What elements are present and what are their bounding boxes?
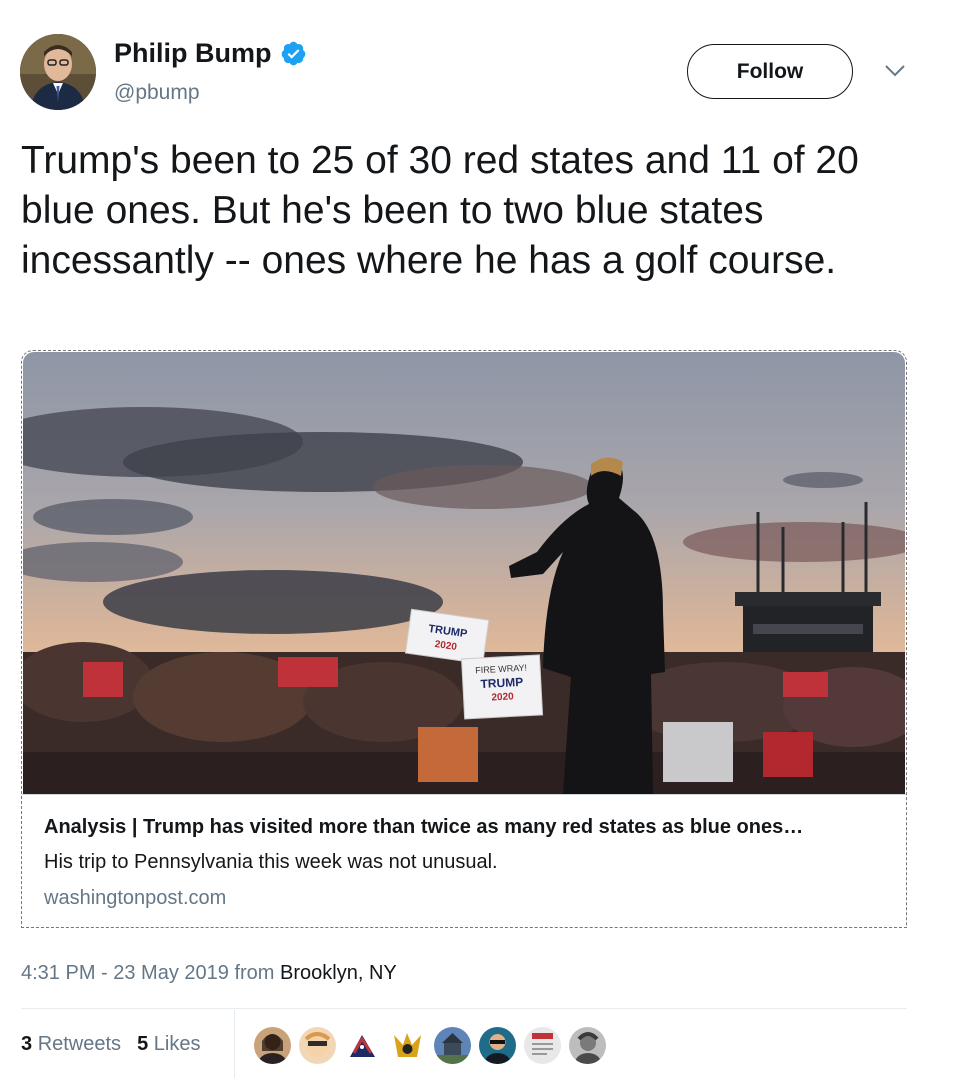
author-info: Philip Bump @pbump	[114, 38, 307, 105]
liker-avatar[interactable]	[434, 1027, 471, 1064]
tweet-text: Trump's been to 25 of 30 red states and …	[21, 139, 859, 282]
name-row: Philip Bump	[114, 38, 307, 69]
author-handle[interactable]: @pbump	[114, 81, 307, 105]
follow-button[interactable]: Follow	[687, 44, 853, 99]
liker-avatars	[254, 1027, 614, 1064]
liker-avatar[interactable]	[254, 1027, 291, 1064]
tweet-meta: 4:31 PM - 23 May 2019 from Brooklyn, NY	[21, 962, 397, 985]
retweets-count: 3	[21, 1033, 33, 1055]
retweets-label: Retweets	[37, 1033, 122, 1055]
liker-avatar[interactable]	[524, 1027, 561, 1064]
card-body[interactable]: Analysis | Trump has visited more than t…	[22, 794, 906, 927]
author-name[interactable]: Philip Bump	[114, 38, 272, 69]
svg-text:TRUMP: TRUMP	[480, 675, 523, 691]
tweet-header: Philip Bump @pbump Follow	[20, 34, 920, 114]
svg-text:2020: 2020	[491, 691, 514, 703]
liker-avatar[interactable]	[344, 1027, 381, 1064]
location-link[interactable]: Brooklyn, NY	[280, 962, 397, 984]
likes-label: Likes	[153, 1033, 201, 1055]
liker-avatar[interactable]	[569, 1027, 606, 1064]
retweets-stat[interactable]: 3 Retweets	[21, 1033, 121, 1056]
card-description: His trip to Pennsylvania this week was n…	[44, 851, 498, 873]
tweet-stats: 3 Retweets 5 Likes	[21, 1033, 216, 1056]
card-title[interactable]: Analysis | Trump has visited more than t…	[44, 816, 884, 839]
chevron-down-icon[interactable]	[884, 64, 906, 78]
timestamp[interactable]: 4:31 PM - 23 May 2019	[21, 962, 229, 984]
card-image[interactable]: TRUMP 2020 FIRE WRAY! TRUMP 2020	[23, 352, 905, 794]
liker-avatar[interactable]	[389, 1027, 426, 1064]
from-label: from	[234, 962, 275, 984]
likes-count: 5	[137, 1033, 149, 1055]
card-domain: washingtonpost.com	[44, 887, 227, 909]
author-avatar[interactable]	[20, 34, 96, 110]
link-card[interactable]: TRUMP 2020 FIRE WRAY! TRUMP 2020 Analysi…	[21, 350, 907, 928]
stats-separator	[234, 1010, 235, 1078]
liker-avatar[interactable]	[479, 1027, 516, 1064]
likes-stat[interactable]: 5 Likes	[137, 1033, 200, 1056]
verified-badge-icon	[281, 41, 305, 66]
liker-avatar[interactable]	[299, 1027, 336, 1064]
divider	[21, 1008, 907, 1009]
